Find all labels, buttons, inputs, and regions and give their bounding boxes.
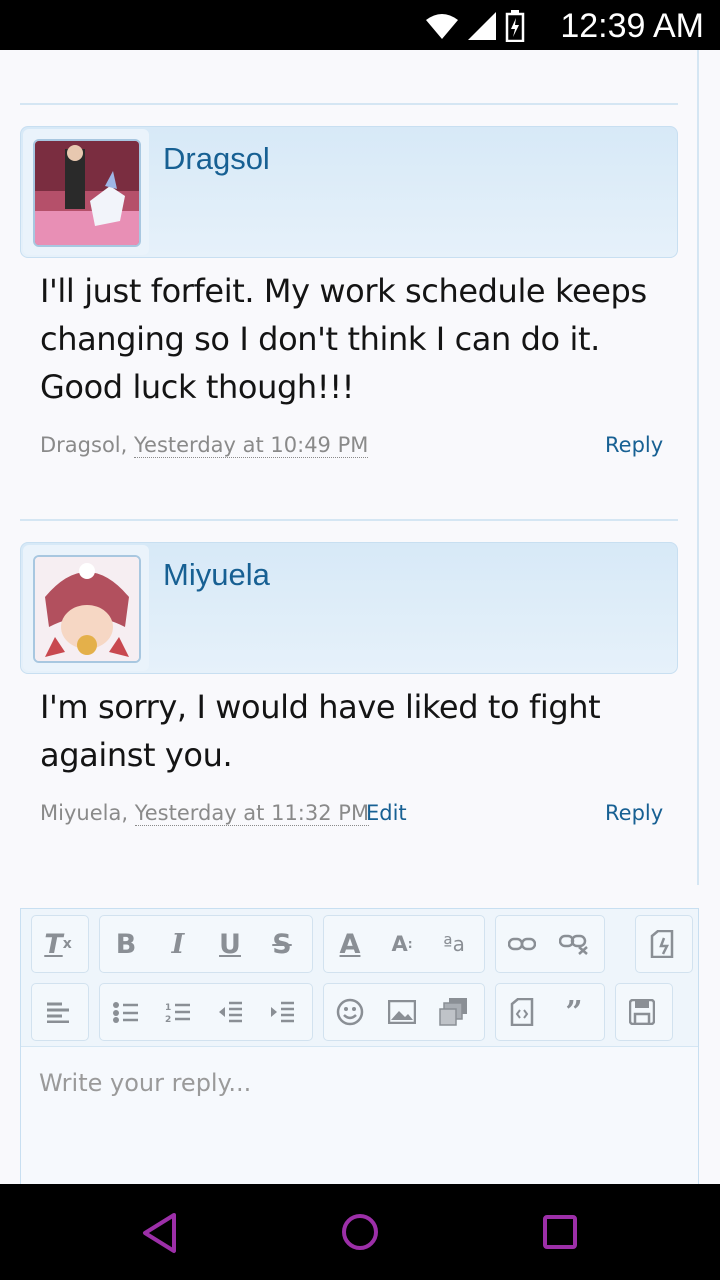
- battery-icon: [505, 10, 525, 42]
- toolbar-group: [323, 983, 485, 1041]
- avatar-miyuela[interactable]: [33, 555, 141, 663]
- status-icons: [425, 10, 525, 42]
- thread-rail: [697, 50, 699, 885]
- media-icon[interactable]: [428, 984, 480, 1040]
- recents-icon[interactable]: [542, 1214, 578, 1250]
- avatar-dragsol[interactable]: [33, 139, 141, 247]
- toolbar-group: [615, 983, 673, 1041]
- align-icon[interactable]: [32, 984, 84, 1040]
- reply-button[interactable]: Reply: [605, 433, 663, 457]
- numbered-list-icon[interactable]: 12: [152, 984, 204, 1040]
- status-bar: 12:39 AM: [0, 0, 720, 50]
- wifi-icon: [426, 14, 458, 39]
- post-meta: Miyuela, Yesterday at 11:32 PM: [40, 801, 370, 826]
- italic-icon[interactable]: I: [152, 916, 204, 972]
- post-user-block: Miyuela: [20, 542, 678, 674]
- post-username[interactable]: Dragsol: [163, 141, 270, 177]
- edit-button[interactable]: Edit: [366, 801, 407, 825]
- status-time: 12:39 AM: [560, 7, 704, 45]
- post-message: I'm sorry, I would have liked to fight a…: [40, 688, 601, 774]
- post-divider: [20, 103, 678, 105]
- indent-icon[interactable]: [256, 984, 308, 1040]
- remove-format-icon[interactable]: Tx: [32, 916, 84, 972]
- save-draft-icon[interactable]: [616, 984, 668, 1040]
- unlink-icon[interactable]: [548, 916, 600, 972]
- reply-input[interactable]: Write your reply...: [39, 1069, 251, 1097]
- text-color-icon[interactable]: A: [324, 916, 376, 972]
- toolbar-group: ”: [495, 983, 605, 1041]
- post-meta: Dragsol, Yesterday at 10:49 PM: [40, 433, 369, 458]
- home-icon[interactable]: [340, 1212, 380, 1252]
- image-icon[interactable]: [376, 984, 428, 1040]
- svg-text:2: 2: [165, 1015, 171, 1023]
- thread-content: Dragsol I'll just forfeit. My work sched…: [0, 50, 720, 1184]
- cell-signal-icon: [468, 12, 496, 40]
- post-divider: [20, 519, 678, 521]
- post-author[interactable]: Miyuela,: [40, 801, 128, 825]
- toolbar-group: [31, 983, 89, 1041]
- toolbar-group: B I U S: [99, 915, 313, 973]
- back-icon[interactable]: [140, 1212, 180, 1254]
- avatar-frame: [23, 545, 149, 671]
- toggle-bbcode-icon[interactable]: [636, 916, 688, 972]
- post-user-block: Dragsol: [20, 126, 678, 258]
- bulleted-list-icon[interactable]: [100, 984, 152, 1040]
- bold-icon[interactable]: B: [100, 916, 152, 972]
- post-author[interactable]: Dragsol,: [40, 433, 127, 457]
- avatar-frame: [23, 129, 149, 255]
- post-message: I'll just forfeit. My work schedule keep…: [40, 272, 647, 406]
- editor-toolbar: Tx B I U S A A: ªa 1 2 ”: [21, 909, 698, 1047]
- toolbar-group: A A: ªa: [323, 915, 485, 973]
- font-size-icon[interactable]: A:: [376, 916, 428, 972]
- link-icon[interactable]: [496, 916, 548, 972]
- smilies-icon[interactable]: [324, 984, 376, 1040]
- reply-button[interactable]: Reply: [605, 801, 663, 825]
- underline-icon[interactable]: U: [204, 916, 256, 972]
- post-username[interactable]: Miyuela: [163, 557, 270, 593]
- outdent-icon[interactable]: [204, 984, 256, 1040]
- font-family-icon[interactable]: ªa: [428, 916, 480, 972]
- post-time[interactable]: Yesterday at 11:32 PM: [134, 801, 370, 826]
- reply-editor: Tx B I U S A A: ªa 1 2 ” Write your repl…: [20, 908, 699, 1184]
- code-icon[interactable]: [496, 984, 548, 1040]
- navigation-bar: [0, 1184, 720, 1280]
- toolbar-group: 12: [99, 983, 313, 1041]
- svg-text:1: 1: [165, 1003, 171, 1013]
- toolbar-group: [635, 915, 693, 973]
- post-time[interactable]: Yesterday at 10:49 PM: [134, 433, 369, 458]
- strikethrough-icon[interactable]: S: [256, 916, 308, 972]
- quote-icon[interactable]: ”: [548, 984, 600, 1040]
- toolbar-group: Tx: [31, 915, 89, 973]
- toolbar-group: [495, 915, 605, 973]
